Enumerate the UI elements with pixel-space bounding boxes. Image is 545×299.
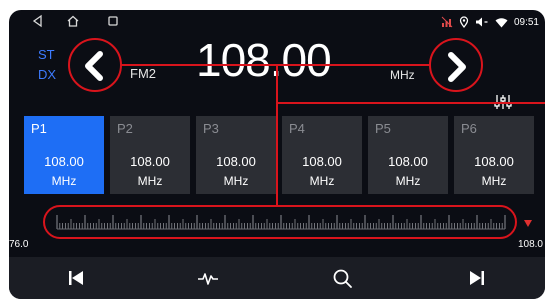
radio-screen: 09:51 ST DX FM2 108.00 MHz P1 108.00 MHz… xyxy=(9,10,545,299)
preset-frequency: 108.00 xyxy=(44,154,84,169)
preset-label: P5 xyxy=(375,121,391,136)
clock: 09:51 xyxy=(513,16,539,28)
frequency-unit: MHz xyxy=(390,68,415,82)
preset-unit: MHz xyxy=(51,174,77,188)
preset-label: P3 xyxy=(203,121,219,136)
signal-off-icon xyxy=(441,16,453,28)
preset-p4[interactable]: P4 108.00 MHz xyxy=(282,116,362,194)
volume-icon xyxy=(475,17,488,27)
preset-p5[interactable]: P5 108.00 MHz xyxy=(368,116,448,194)
preset-unit: MHz xyxy=(223,174,249,188)
preset-p6[interactable]: P6 108.00 MHz xyxy=(454,116,534,194)
scan-icon[interactable] xyxy=(196,266,220,290)
chevron-right-icon xyxy=(448,52,466,82)
equalizer-icon[interactable] xyxy=(494,94,512,110)
preset-p2[interactable]: P2 108.00 MHz xyxy=(110,116,190,194)
preset-frequency: 108.00 xyxy=(388,154,428,169)
location-icon xyxy=(459,16,469,28)
preset-unit: MHz xyxy=(481,174,507,188)
preset-p1[interactable]: P1 108.00 MHz xyxy=(24,116,104,194)
preset-label: P1 xyxy=(31,121,47,136)
seek-next-button[interactable] xyxy=(430,41,482,93)
tuning-scale[interactable] xyxy=(49,207,513,237)
status-icons: 09:51 xyxy=(441,15,539,29)
preset-unit: MHz xyxy=(137,174,163,188)
chevron-left-icon xyxy=(85,51,103,81)
preset-unit: MHz xyxy=(395,174,421,188)
skip-previous-icon[interactable] xyxy=(64,266,88,290)
search-icon[interactable] xyxy=(330,266,354,290)
home-icon[interactable] xyxy=(66,14,80,28)
preset-frequency: 108.00 xyxy=(474,154,514,169)
frequency-display: 108.00 xyxy=(196,34,332,86)
dx-local-toggle[interactable]: DX xyxy=(38,67,56,82)
scale-max-label: 108.0 xyxy=(517,239,543,250)
status-bar: 09:51 xyxy=(9,10,545,34)
band-label[interactable]: FM2 xyxy=(130,66,156,81)
scale-min-label: 76.0 xyxy=(9,239,29,250)
back-icon[interactable] xyxy=(31,14,45,28)
wifi-icon xyxy=(495,17,508,27)
preset-label: P6 xyxy=(461,121,477,136)
preset-list: P1 108.00 MHz P2 108.00 MHz P3 108.00 MH… xyxy=(24,116,545,194)
seek-previous-button[interactable] xyxy=(69,40,121,92)
preset-frequency: 108.00 xyxy=(302,154,342,169)
preset-frequency: 108.00 xyxy=(216,154,256,169)
preset-unit: MHz xyxy=(309,174,335,188)
stereo-toggle[interactable]: ST xyxy=(38,47,55,62)
scale-end-marker xyxy=(524,220,532,227)
bottom-toolbar xyxy=(9,257,545,299)
preset-p3[interactable]: P3 108.00 MHz xyxy=(196,116,276,194)
preset-frequency: 108.00 xyxy=(130,154,170,169)
skip-next-icon[interactable] xyxy=(465,266,489,290)
preset-label: P4 xyxy=(289,121,305,136)
preset-label: P2 xyxy=(117,121,133,136)
recent-apps-icon[interactable] xyxy=(106,14,120,28)
